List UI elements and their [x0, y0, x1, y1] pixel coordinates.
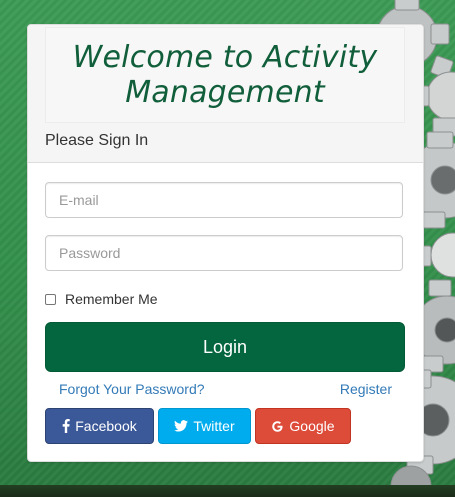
- facebook-login-button[interactable]: Facebook: [45, 408, 154, 444]
- twitter-icon: [174, 420, 189, 432]
- password-field[interactable]: [45, 235, 403, 271]
- welcome-banner: Welcome to Activity Management: [45, 27, 405, 123]
- facebook-label: Facebook: [75, 418, 137, 434]
- google-label: Google: [289, 418, 335, 434]
- twitter-label: Twitter: [193, 418, 235, 434]
- background-bottom-strip: [0, 485, 455, 497]
- social-login-row: Facebook Twitter Google: [45, 408, 351, 444]
- email-field[interactable]: [45, 182, 403, 218]
- remember-me-checkbox[interactable]: [45, 293, 56, 305]
- remember-me-label: Remember Me: [65, 291, 158, 307]
- google-icon: [271, 420, 284, 433]
- forgot-password-link[interactable]: Forgot Your Password?: [59, 381, 205, 397]
- page-title: Welcome to Activity Management: [72, 40, 378, 110]
- panel-heading: Welcome to Activity Management Please Si…: [28, 25, 423, 163]
- sign-in-panel: Welcome to Activity Management Please Si…: [27, 24, 424, 462]
- twitter-login-button[interactable]: Twitter: [158, 408, 251, 444]
- panel-title: Please Sign In: [45, 132, 149, 149]
- login-button[interactable]: Login: [45, 322, 405, 372]
- remember-me-option[interactable]: Remember Me: [45, 291, 158, 307]
- facebook-icon: [62, 419, 70, 433]
- register-link[interactable]: Register: [340, 381, 392, 397]
- google-login-button[interactable]: Google: [255, 408, 351, 444]
